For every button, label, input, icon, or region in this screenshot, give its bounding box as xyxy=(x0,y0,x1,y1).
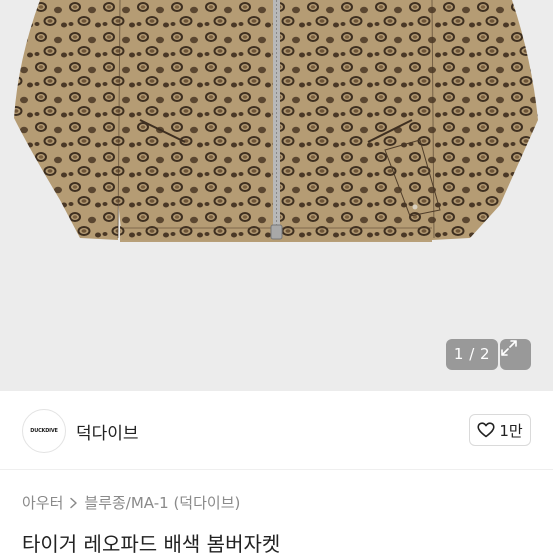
seller-row: DUCKDIVE 덕다이브 1만 xyxy=(0,391,553,470)
leopard-jacket-image xyxy=(14,0,538,242)
breadcrumb: 아우터 블루종/MA-1 (덕다이브) xyxy=(22,492,240,513)
like-button[interactable]: 1만 xyxy=(469,414,531,446)
heart-icon xyxy=(477,422,495,438)
seller-avatar[interactable]: DUCKDIVE xyxy=(22,409,66,453)
seller-name[interactable]: 덕다이브 xyxy=(76,419,139,444)
chevron-right-icon xyxy=(70,497,78,508)
like-count: 1만 xyxy=(499,421,523,440)
breadcrumb-item-category[interactable]: 블루종/MA-1 (덕다이브) xyxy=(84,492,240,513)
avatar-logo-text: DUCKDIVE xyxy=(30,428,58,434)
breadcrumb-item-outer[interactable]: 아우터 xyxy=(22,492,63,513)
expand-icon xyxy=(501,340,517,356)
product-image[interactable]: 1 / 2 xyxy=(0,0,553,391)
expand-image-button[interactable] xyxy=(500,339,531,370)
image-counter: 1 / 2 xyxy=(446,339,498,370)
